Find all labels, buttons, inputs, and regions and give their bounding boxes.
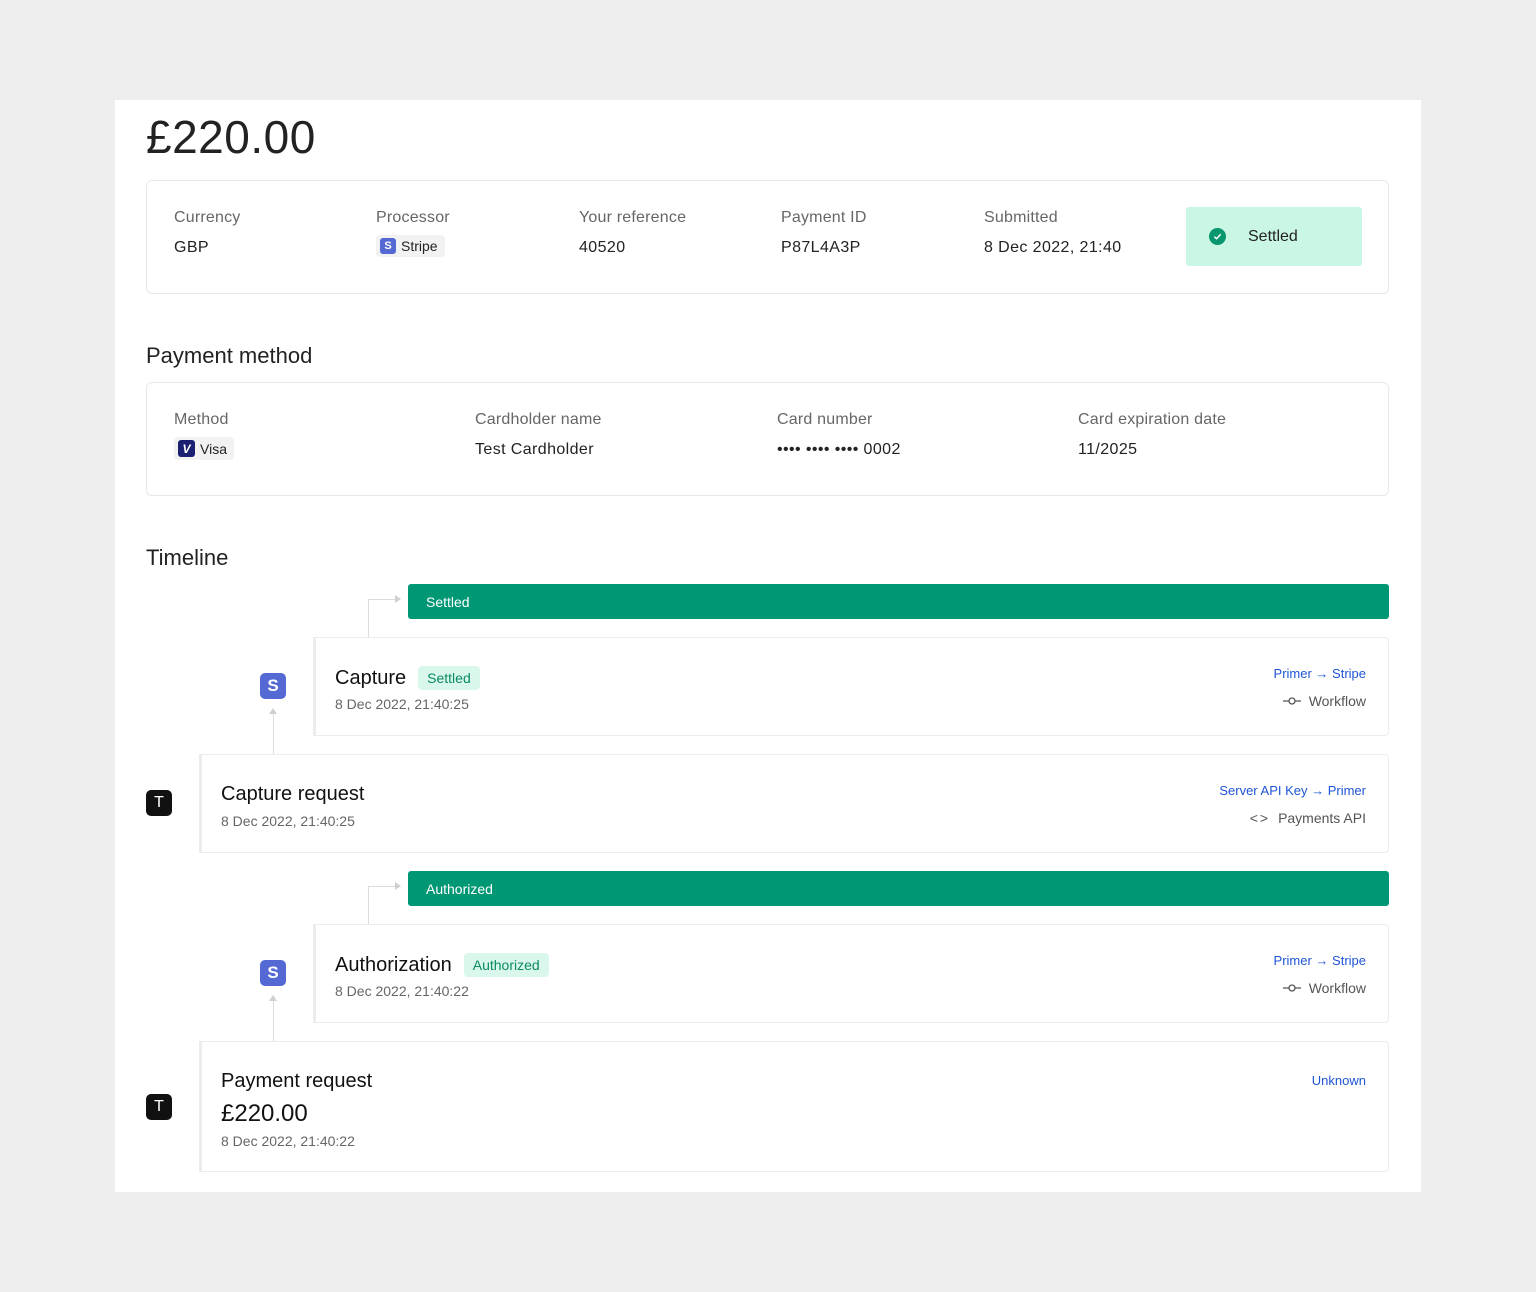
event-title: Capture request <box>221 783 364 806</box>
payment-id-label: Payment ID <box>781 209 867 226</box>
card-number-field: Card number •••• •••• •••• 0002 <box>777 411 901 459</box>
event-source: Workflow <box>1282 980 1366 996</box>
stripe-icon: S <box>260 960 286 986</box>
processor-field: Processor S Stripe <box>376 209 450 257</box>
connector-line <box>273 997 274 1041</box>
settled-banner: Settled <box>408 584 1389 619</box>
expiry-field: Card expiration date 11/2025 <box>1078 411 1226 459</box>
cardholder-value: Test Cardholder <box>475 441 594 458</box>
cardholder-label: Cardholder name <box>475 411 602 428</box>
processor-label: Processor <box>376 209 450 226</box>
card-number-label: Card number <box>777 411 873 428</box>
expiry-label: Card expiration date <box>1078 411 1227 428</box>
processor-value: Stripe <box>401 238 438 254</box>
event-date: 8 Dec 2022, 21:40:25 <box>221 813 355 829</box>
submitted-value: 8 Dec 2022, 21:40 <box>984 239 1122 256</box>
event-route-link[interactable]: Primer → Stripe <box>1274 953 1366 968</box>
event-route-link[interactable]: Server API Key → Primer <box>1219 783 1366 798</box>
payment-id-field: Payment ID P87L4A3P <box>781 209 867 257</box>
connector-line <box>368 599 398 600</box>
token-icon: T <box>146 790 172 816</box>
timeline-title: Timeline <box>146 545 229 570</box>
method-chip: V Visa <box>174 437 234 460</box>
workflow-icon <box>1282 697 1301 705</box>
status-badge: Settled <box>1186 207 1362 266</box>
event-capture-request[interactable]: Capture request 8 Dec 2022, 21:40:25 Ser… <box>199 754 1389 853</box>
event-status-badge: Settled <box>418 666 480 690</box>
expiry-value: 11/2025 <box>1078 441 1138 458</box>
payment-amount: £220.00 <box>146 111 316 163</box>
event-title: Payment request <box>221 1070 372 1093</box>
processor-chip[interactable]: S Stripe <box>376 235 445 257</box>
workflow-icon <box>1282 984 1301 992</box>
method-label: Method <box>174 411 229 428</box>
currency-value: GBP <box>174 239 209 256</box>
event-source: <> Payments API <box>1250 810 1366 826</box>
connector-line <box>368 886 398 887</box>
event-date: 8 Dec 2022, 21:40:22 <box>221 1133 355 1149</box>
event-source-text: Payments API <box>1278 810 1366 826</box>
event-source: Workflow <box>1282 693 1366 709</box>
status-text: Settled <box>1248 227 1298 245</box>
event-title-text: Payment request <box>221 1070 373 1092</box>
event-source-text: Workflow <box>1308 693 1366 709</box>
connector-line <box>368 599 369 637</box>
method-field: Method V Visa <box>174 411 234 460</box>
event-source-text: Workflow <box>1308 980 1366 996</box>
event-amount: £220.00 <box>221 1100 308 1127</box>
arrow-up-icon <box>269 995 277 1001</box>
arrow-up-icon <box>269 708 277 714</box>
event-status-badge: Authorized <box>463 953 549 977</box>
cardholder-field: Cardholder name Test Cardholder <box>475 411 602 459</box>
payment-summary-card: Currency GBP Processor S Stripe Your ref… <box>146 180 1389 294</box>
event-title-text: Capture <box>335 666 407 689</box>
payment-method-title: Payment method <box>146 343 313 368</box>
connector-line <box>368 886 369 924</box>
arrow-right-icon <box>395 882 401 890</box>
stripe-icon: S <box>260 673 286 699</box>
event-capture[interactable]: Capture Settled 8 Dec 2022, 21:40:25 Pri… <box>313 637 1389 736</box>
stripe-logo-icon: S <box>380 238 396 254</box>
currency-label: Currency <box>174 209 241 226</box>
card-number-value: •••• •••• •••• 0002 <box>777 441 901 458</box>
arrow-right-icon <box>395 595 401 603</box>
method-value: Visa <box>200 440 227 457</box>
visa-logo-icon: V <box>178 440 195 457</box>
reference-value: 40520 <box>579 239 626 256</box>
event-title: Authorization Authorized <box>335 953 549 977</box>
event-date: 8 Dec 2022, 21:40:25 <box>335 696 469 712</box>
payment-method-card: Method V Visa Cardholder name Test Cardh… <box>146 382 1389 496</box>
authorized-banner: Authorized <box>408 871 1389 906</box>
event-route-link[interactable]: Primer → Stripe <box>1274 666 1366 681</box>
event-authorization[interactable]: Authorization Authorized 8 Dec 2022, 21:… <box>313 924 1389 1023</box>
currency-field: Currency GBP <box>174 209 241 257</box>
token-icon: T <box>146 1094 172 1120</box>
event-title: Capture Settled <box>335 666 480 690</box>
reference-field: Your reference 40520 <box>579 209 686 257</box>
reference-label: Your reference <box>579 209 687 226</box>
event-date: 8 Dec 2022, 21:40:22 <box>335 983 469 999</box>
code-icon: <> <box>1249 810 1271 826</box>
payment-details-panel: £220.00 Currency GBP Processor S Stripe … <box>115 100 1421 1192</box>
payment-id-value: P87L4A3P <box>781 239 861 256</box>
event-route-link[interactable]: Unknown <box>1312 1073 1366 1088</box>
connector-line <box>273 710 274 754</box>
submitted-label: Submitted <box>984 209 1058 226</box>
event-payment-request[interactable]: Payment request £220.00 8 Dec 2022, 21:4… <box>199 1041 1389 1172</box>
submitted-field: Submitted 8 Dec 2022, 21:40 <box>984 209 1122 257</box>
event-title-text: Authorization <box>335 953 452 976</box>
check-circle-icon <box>1209 228 1226 245</box>
event-title-text: Capture request <box>221 783 365 805</box>
